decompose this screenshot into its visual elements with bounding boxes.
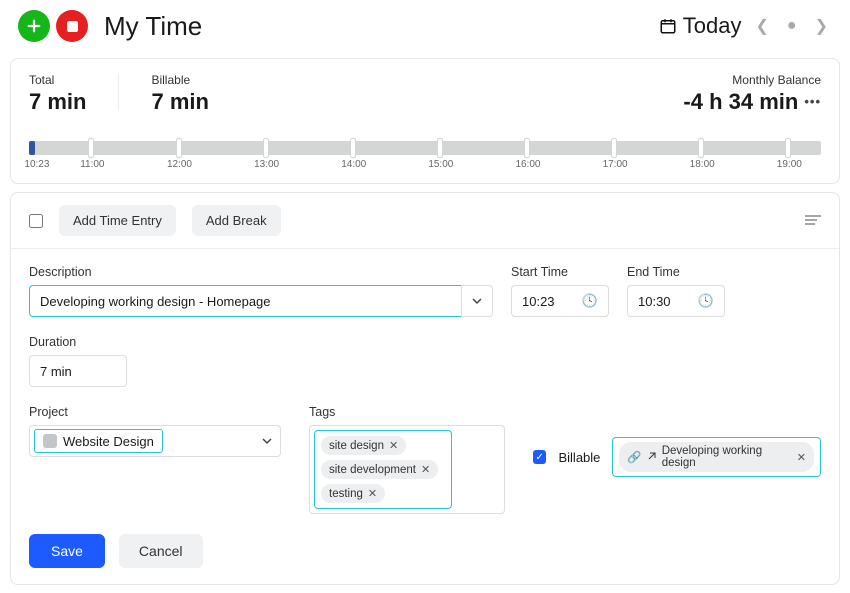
link-icon: 🔗 [627,450,641,464]
separator [118,73,119,111]
chevron-down-icon [262,434,272,449]
timeline-label: 11:00 [80,159,104,170]
tag-remove-icon[interactable]: ✕ [421,463,430,476]
timeline: 10:23 11:00 12:00 13:00 14:00 15:00 16:0… [29,141,821,173]
timeline-tick [88,138,94,158]
start-time-label: Start Time [511,265,609,279]
timeline-label: 17:00 [603,159,628,170]
save-button[interactable]: Save [29,534,105,568]
tag-label: site development [329,464,416,476]
timeline-label: 18:00 [690,159,715,170]
linked-item-label: Developing working design [662,445,792,469]
nav-dot[interactable]: ● [783,15,801,37]
timeline-tick [785,138,791,158]
timeline-label: 10:23 [24,159,49,170]
list-view-icon[interactable] [805,212,821,229]
balance-label: Monthly Balance [732,73,821,87]
tag-pill: site development ✕ [321,460,438,479]
timeline-label: 13:00 [254,159,279,170]
tags-input[interactable]: site design ✕ site development ✕ testing… [309,425,505,514]
project-label: Project [29,405,281,419]
billable-checkbox[interactable] [533,450,546,464]
calendar-icon [659,17,677,35]
end-time-value: 10:30 [638,294,671,309]
description-label: Description [29,265,493,279]
tag-remove-icon[interactable]: ✕ [389,439,398,452]
linked-item-remove-icon[interactable]: ✕ [797,451,806,464]
tag-pill: testing ✕ [321,484,385,503]
duration-label: Duration [29,335,127,349]
tag-label: site design [329,440,384,452]
project-icon [43,434,57,448]
billable-label: Billable [558,450,600,465]
timeline-label: 14:00 [341,159,366,170]
description-input[interactable]: Developing working design - Homepage [29,285,461,317]
chevron-down-icon [472,296,482,306]
total-label: Total [29,73,86,87]
timeline-tick [437,138,443,158]
end-time-input[interactable]: 10:30 🕓 [627,285,725,317]
project-select[interactable]: Website Design [29,425,281,457]
timeline-tick [611,138,617,158]
timeline-label: 12:00 [167,159,192,170]
balance-menu-icon[interactable]: ••• [804,94,821,109]
add-time-entry-button[interactable]: Add Time Entry [59,205,176,236]
timeline-label: 19:00 [777,159,802,170]
duration-input[interactable]: 7 min [29,355,127,387]
start-time-input[interactable]: 10:23 🕓 [511,285,609,317]
summary-card: Total 7 min Billable 7 min Monthly Balan… [10,58,840,184]
timeline-label: 15:00 [428,159,453,170]
select-all-checkbox[interactable] [29,214,43,228]
date-label[interactable]: Today [683,13,742,39]
description-dropdown[interactable] [461,285,493,317]
timeline-tick [524,138,530,158]
external-link-icon [647,451,657,464]
balance-value: -4 h 34 min [683,89,798,115]
end-time-label: End Time [627,265,725,279]
timeline-label: 16:00 [515,159,540,170]
stop-icon [67,21,78,32]
timeline-tick [176,138,182,158]
plus-icon [25,17,43,35]
tag-remove-icon[interactable]: ✕ [368,487,377,500]
tag-pill: site design ✕ [321,436,406,455]
linked-item-box[interactable]: 🔗 Developing working design ✕ [612,437,821,477]
timeline-tick [263,138,269,158]
add-break-button[interactable]: Add Break [192,205,281,236]
prev-arrow[interactable]: ❮ [752,14,773,38]
timeline-entry-marker [29,141,35,155]
clock-icon: 🕓 [582,293,598,309]
clock-icon: 🕓 [698,293,714,309]
start-time-value: 10:23 [522,294,555,309]
timeline-tick [698,138,704,158]
duration-value: 7 min [40,364,72,379]
project-value: Website Design [63,434,154,449]
tag-label: testing [329,488,363,500]
stop-button[interactable] [56,10,88,42]
next-arrow[interactable]: ❯ [811,14,832,38]
page-title: My Time [104,11,653,42]
total-value: 7 min [29,89,86,115]
billable-label: Billable [151,73,208,87]
cancel-button[interactable]: Cancel [119,534,203,568]
add-button[interactable] [18,10,50,42]
tags-label: Tags [309,405,505,419]
billable-value: 7 min [151,89,208,115]
timeline-tick [350,138,356,158]
